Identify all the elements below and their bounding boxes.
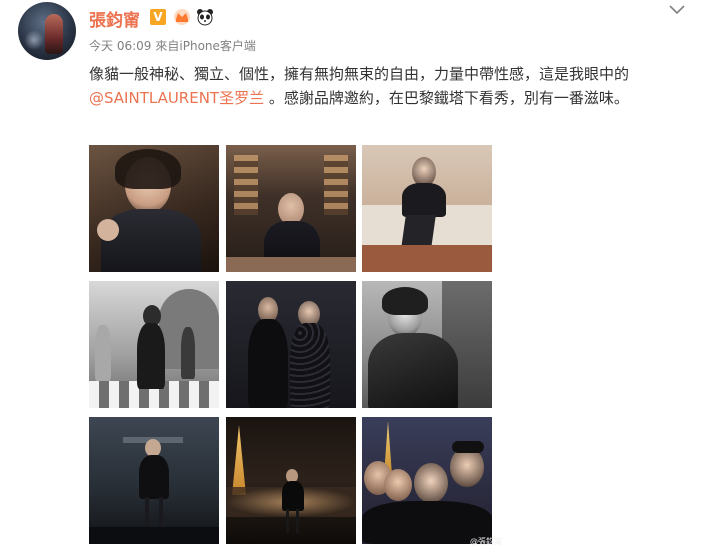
post-source[interactable]: 來自iPhone客户端 [155,39,256,53]
post-time[interactable]: 今天 06:09 [89,39,151,53]
chevron-down-icon[interactable] [668,2,686,16]
post-text: 像貓一般神秘、獨立、個性，擁有無拘無束的自由，力量中帶性感，這是我眼中的 @SAI… [89,62,689,110]
avatar[interactable] [18,2,76,60]
weibo-post-card: 張鈞甯 V 今天 06:09 來自iPhone客户端 像貓一般神秘、獨立、個性，擁… [0,0,704,557]
username[interactable]: 張鈞甯 [89,6,140,31]
photo-3[interactable] [362,145,492,272]
crown-icon[interactable] [172,7,192,27]
photo-5[interactable] [226,281,356,408]
post-text-part1: 像貓一般神秘、獨立、個性，擁有無拘無束的自由，力量中帶性感，這是我眼中的 [89,65,630,83]
photo-2[interactable] [226,145,356,272]
photo-7[interactable] [89,417,219,544]
post-text-part2: 。感謝品牌邀約，在巴黎鐵塔下看秀，別有一番滋味。 [264,89,629,107]
verified-badge[interactable]: V [150,9,166,25]
post-meta: 今天 06:09 來自iPhone客户端 [89,37,260,54]
avatar-glow [24,30,44,50]
photo-grid [89,145,494,549]
avatar-figure [45,14,63,54]
photo-9[interactable] [362,417,492,544]
panda-icon[interactable] [195,7,215,27]
mention-link[interactable]: @SAINTLAURENT圣罗兰 [89,89,264,107]
photo-1[interactable] [89,145,219,272]
photo-6[interactable] [362,281,492,408]
photo-watermark: @張鈞甯 [470,537,502,546]
photo-4[interactable] [89,281,219,408]
photo-8[interactable] [226,417,356,544]
